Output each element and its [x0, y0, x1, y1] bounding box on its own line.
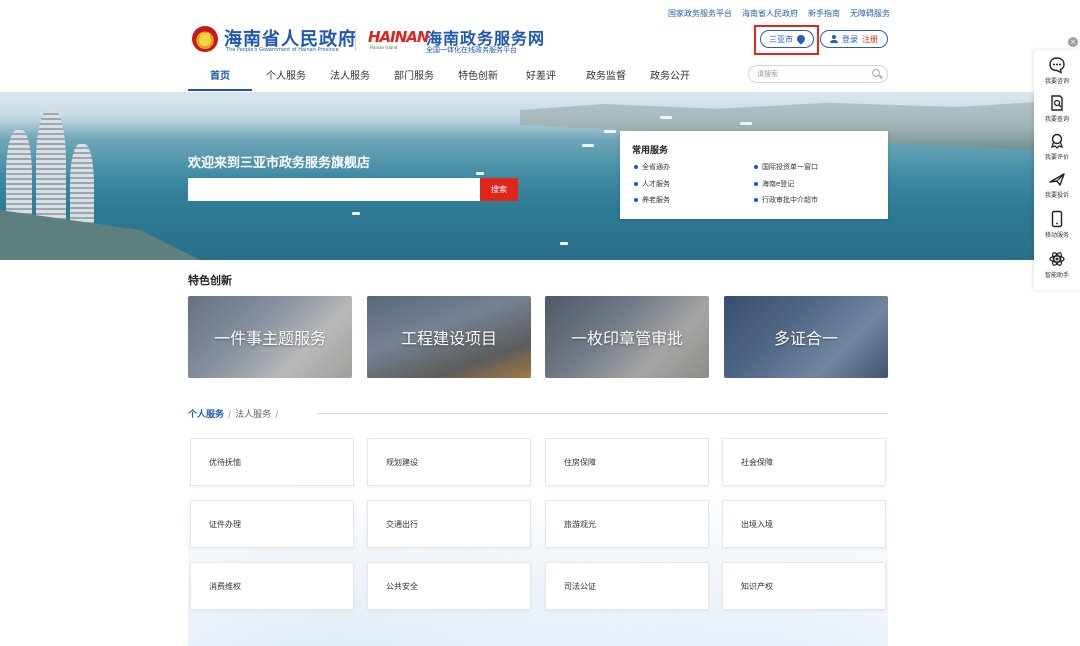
banner-ship [476, 172, 484, 175]
service-item[interactable]: 住房保障 [545, 438, 709, 486]
city-label: 三亚市 [769, 34, 793, 44]
top-link-provincial-gov[interactable]: 海南省人民政府 [742, 8, 798, 19]
tab-personal-services[interactable]: 个人服务 [188, 410, 224, 420]
nav-corporate-services[interactable]: 法人服务 [330, 67, 370, 82]
common-services-title: 常用服务 [632, 146, 669, 156]
common-service-item[interactable]: 行政审批中介超市 [754, 195, 818, 205]
sidebar-label: 智能助手 [1044, 272, 1069, 279]
nav-review[interactable]: 好差评 [526, 67, 556, 82]
service-item[interactable]: 证件办理 [190, 500, 354, 548]
banner-ship [740, 122, 752, 125]
hero-banner: 欢迎来到三亚市政务服务旗舰店 搜索 [0, 92, 1080, 260]
top-link-newbie-guide[interactable]: 新手指南 [808, 8, 840, 19]
top-link-national-platform[interactable]: 国家政务服务平台 [668, 8, 732, 19]
hainan-logo-text: HAINAN [368, 28, 429, 46]
banner-search-button[interactable]: 搜索 [480, 178, 518, 201]
common-service-item[interactable]: 养老服务 [634, 195, 670, 205]
feature-card-label: 一件事主题服务 [213, 329, 326, 348]
top-link-accessibility[interactable]: 无障碍服务 [850, 8, 890, 19]
search-icon[interactable] [872, 69, 880, 77]
sidebar-close-button[interactable]: × [1068, 37, 1078, 47]
service-item[interactable]: 出境入境 [722, 500, 886, 548]
service-item[interactable]: 优待抚恤 [190, 438, 354, 486]
feature-card-label: 工程建设项目 [400, 329, 497, 348]
tab-separator: / [275, 410, 279, 420]
tab-corporate-services[interactable]: 法人服务 [235, 410, 271, 420]
banner-ship [660, 116, 672, 119]
nav-featured-innovation[interactable]: 特色创新 [458, 67, 498, 82]
common-service-item[interactable]: 全省通办 [634, 162, 670, 172]
robot-assistant-icon [1049, 252, 1065, 266]
national-emblem-icon[interactable] [192, 26, 218, 52]
banner-ship [582, 144, 594, 147]
banner-search-input[interactable] [188, 178, 480, 201]
badge-medal-icon [1051, 133, 1063, 149]
mobile-phone-icon [1051, 210, 1063, 228]
feature-card-construction[interactable]: 工程建设项目 [367, 296, 531, 378]
feature-card-multi-cert[interactable]: 多证合一 [724, 296, 888, 378]
feature-card-label: 一枚印章管审批 [570, 329, 683, 348]
location-pin-icon [795, 33, 807, 45]
chat-bubble-icon [1049, 57, 1065, 74]
banner-ship [352, 212, 360, 215]
sidebar-item-query[interactable]: 我要查询 [1034, 94, 1080, 123]
login-register-button[interactable]: 登录 注册 [820, 30, 888, 48]
sidebar-item-complain[interactable]: 我要投诉 [1034, 170, 1080, 199]
service-site-sub: 全国一体化在线政务服务平台 [426, 46, 517, 54]
service-item[interactable]: 社会保障 [722, 438, 886, 486]
login-link[interactable]: 登录 [842, 34, 858, 45]
sidebar-item-assistant[interactable]: 智能助手 [1034, 250, 1080, 279]
main-nav: 首页 个人服务 法人服务 部门服务 特色创新 好差评 政务监督 政务公开 [0, 67, 1080, 87]
nav-personal-services[interactable]: 个人服务 [266, 67, 306, 82]
document-search-icon [1051, 95, 1063, 111]
nav-supervision[interactable]: 政务监督 [586, 67, 626, 82]
sidebar-item-consult[interactable]: 我要咨询 [1034, 56, 1080, 85]
sidebar-label: 我要评价 [1044, 154, 1069, 161]
common-service-item[interactable]: 海南e登记 [754, 179, 794, 189]
floating-sidebar: 我要咨询 我要查询 我要评价 我要投诉 移动服务 智能助手 [1034, 50, 1080, 290]
common-services-panel: 常用服务 全省通办 国际投资单一窗口 人才服务 海南e登记 养老服务 行政审批中… [620, 131, 888, 219]
nav-public-affairs[interactable]: 政务公开 [650, 67, 690, 82]
service-item[interactable]: 司法公证 [545, 562, 709, 610]
banner-ship [560, 242, 568, 245]
featured-section-title: 特色创新 [188, 274, 232, 287]
sidebar-label: 我要查询 [1044, 116, 1069, 123]
hainan-logo[interactable]: HAINAN Hainan Island [368, 27, 429, 50]
sidebar-label: 我要投诉 [1044, 192, 1069, 199]
nav-department-services[interactable]: 部门服务 [394, 67, 434, 82]
city-select-button[interactable]: 三亚市 [760, 30, 814, 48]
tab-separator: / [228, 410, 232, 420]
sidebar-label: 移动服务 [1044, 232, 1069, 239]
service-item[interactable]: 公共安全 [367, 562, 531, 610]
banner-land [0, 210, 200, 260]
feature-card-one-seal[interactable]: 一枚印章管审批 [545, 296, 709, 378]
common-service-item[interactable]: 人才服务 [634, 179, 670, 189]
sidebar-label: 我要咨询 [1044, 78, 1069, 85]
gov-name-en: The People's Government of Hainan Provin… [226, 47, 339, 53]
hainan-logo-sub: Hainan Island [370, 45, 398, 50]
feature-card-label: 多证合一 [773, 329, 838, 348]
top-links: 国家政务服务平台 海南省人民政府 新手指南 无障碍服务 [668, 8, 890, 19]
tabs-divider-line [318, 413, 888, 414]
service-item[interactable]: 规划建设 [367, 438, 531, 486]
banner-welcome-title: 欢迎来到三亚市政务服务旗舰店 [188, 156, 371, 171]
sidebar-item-mobile[interactable]: 移动服务 [1034, 210, 1080, 239]
paper-plane-icon [1049, 173, 1065, 186]
header-divider [355, 29, 356, 51]
service-tabs: 个人服务 / 法人服务 / [188, 407, 282, 420]
service-item[interactable]: 知识产权 [722, 562, 886, 610]
common-service-item[interactable]: 国际投资单一窗口 [754, 162, 818, 172]
service-item[interactable]: 旅游观光 [545, 500, 709, 548]
feature-card-one-thing[interactable]: 一件事主题服务 [188, 296, 352, 378]
sidebar-item-evaluate[interactable]: 我要评价 [1034, 132, 1080, 161]
service-item[interactable]: 消费维权 [190, 562, 354, 610]
service-item[interactable]: 交通出行 [367, 500, 531, 548]
register-link[interactable]: 注册 [862, 34, 878, 45]
banner-ship [604, 130, 616, 133]
nav-active-underline [188, 89, 252, 91]
top-search-input[interactable]: 请搜索 [748, 65, 888, 83]
user-icon [830, 35, 838, 43]
nav-home[interactable]: 首页 [210, 67, 230, 82]
